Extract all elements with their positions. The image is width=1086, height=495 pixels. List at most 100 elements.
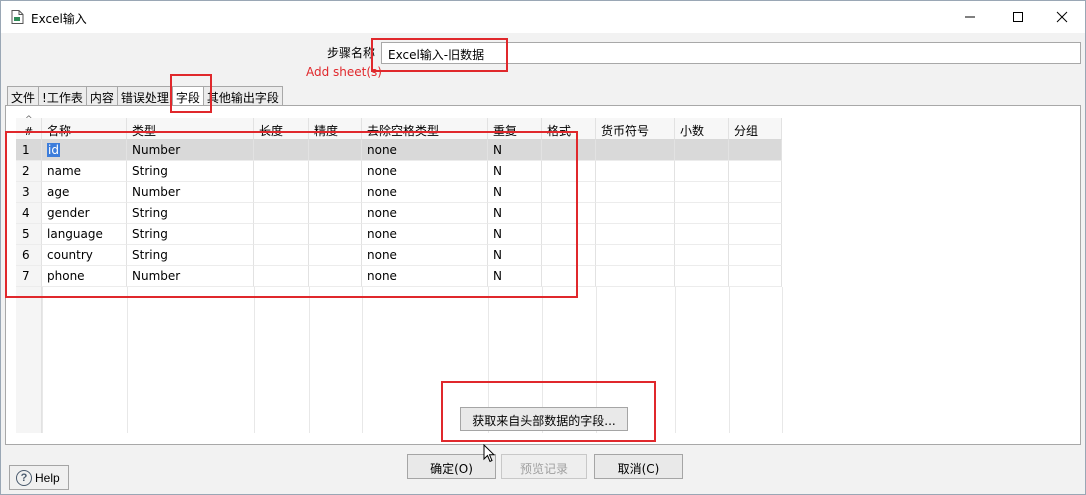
add-sheet-link[interactable]: Add sheet(s) xyxy=(306,65,382,79)
tab-file[interactable]: 文件 xyxy=(7,86,40,105)
cell-trim-type[interactable]: none xyxy=(362,140,488,161)
help-button[interactable]: ? Help xyxy=(9,465,69,490)
cell-type[interactable]: Number xyxy=(127,140,254,161)
cell-length[interactable] xyxy=(254,224,309,245)
cell-repeat[interactable]: N xyxy=(488,140,542,161)
tab-worksheet[interactable]: !工作表 xyxy=(38,86,87,105)
cell-name[interactable]: country xyxy=(42,245,127,266)
cell-trim-type[interactable]: none xyxy=(362,245,488,266)
close-button[interactable] xyxy=(1039,1,1085,33)
cell-repeat[interactable]: N xyxy=(488,161,542,182)
cell-precision[interactable] xyxy=(309,182,362,203)
cell-precision[interactable] xyxy=(309,245,362,266)
cell-format[interactable] xyxy=(542,140,596,161)
cell-precision[interactable] xyxy=(309,140,362,161)
cell-length[interactable] xyxy=(254,140,309,161)
cell-repeat[interactable]: N xyxy=(488,182,542,203)
get-fields-from-header-button[interactable]: 获取来自头部数据的字段... xyxy=(460,407,628,431)
cell-group[interactable] xyxy=(729,224,782,245)
cell-decimal[interactable] xyxy=(675,140,729,161)
cell-name[interactable]: age xyxy=(42,182,127,203)
table-row[interactable]: 1 id Number none N xyxy=(16,140,1082,161)
table-row[interactable]: 2 name String none N xyxy=(16,161,1082,182)
cell-type[interactable]: String xyxy=(127,203,254,224)
step-name-input[interactable]: Excel输入-旧数据 xyxy=(381,42,1081,64)
header-type[interactable]: 类型 xyxy=(127,118,254,140)
table-row[interactable]: 6 country String none N xyxy=(16,245,1082,266)
table-row[interactable]: 5 language String none N xyxy=(16,224,1082,245)
header-name[interactable]: 名称 xyxy=(42,118,127,140)
cell-name[interactable]: gender xyxy=(42,203,127,224)
cell-type[interactable]: String xyxy=(127,245,254,266)
cell-repeat[interactable]: N xyxy=(488,224,542,245)
cell-group[interactable] xyxy=(729,203,782,224)
minimize-button[interactable] xyxy=(947,1,993,33)
cell-name[interactable]: name xyxy=(42,161,127,182)
cell-decimal[interactable] xyxy=(675,203,729,224)
cell-decimal[interactable] xyxy=(675,182,729,203)
table-row[interactable]: 3 age Number none N xyxy=(16,182,1082,203)
header-currency[interactable]: 货币符号 xyxy=(596,118,675,140)
cell-precision[interactable] xyxy=(309,161,362,182)
header-group[interactable]: 分组 xyxy=(729,118,782,140)
table-row[interactable]: 4 gender String none N xyxy=(16,203,1082,224)
cell-trim-type[interactable]: none xyxy=(362,161,488,182)
cell-currency[interactable] xyxy=(596,203,675,224)
tab-other-output-fields[interactable]: 其他输出字段 xyxy=(202,86,283,105)
cell-format[interactable] xyxy=(542,266,596,287)
cell-precision[interactable] xyxy=(309,224,362,245)
tab-error-handling[interactable]: 错误处理 xyxy=(116,86,173,105)
cell-precision[interactable] xyxy=(309,266,362,287)
cell-format[interactable] xyxy=(542,182,596,203)
cell-name[interactable]: language xyxy=(42,224,127,245)
cell-name[interactable]: phone xyxy=(42,266,127,287)
cell-currency[interactable] xyxy=(596,140,675,161)
cell-currency[interactable] xyxy=(596,182,675,203)
maximize-button[interactable] xyxy=(995,1,1041,33)
cell-trim-type[interactable]: none xyxy=(362,182,488,203)
cell-name[interactable]: id xyxy=(42,140,127,161)
cell-decimal[interactable] xyxy=(675,266,729,287)
cell-type[interactable]: Number xyxy=(127,266,254,287)
cell-length[interactable] xyxy=(254,161,309,182)
cell-currency[interactable] xyxy=(596,245,675,266)
header-length[interactable]: 长度 xyxy=(254,118,309,140)
cell-group[interactable] xyxy=(729,182,782,203)
header-rownum[interactable]: ^ # xyxy=(16,115,42,140)
cell-trim-type[interactable]: none xyxy=(362,224,488,245)
cell-precision[interactable] xyxy=(309,203,362,224)
cell-type[interactable]: Number xyxy=(127,182,254,203)
cell-format[interactable] xyxy=(542,245,596,266)
cell-length[interactable] xyxy=(254,266,309,287)
cell-format[interactable] xyxy=(542,161,596,182)
cell-group[interactable] xyxy=(729,161,782,182)
cell-currency[interactable] xyxy=(596,161,675,182)
cancel-button[interactable]: 取消(C) xyxy=(594,454,683,479)
cell-length[interactable] xyxy=(254,182,309,203)
cell-currency[interactable] xyxy=(596,266,675,287)
cell-repeat[interactable]: N xyxy=(488,203,542,224)
fields-table[interactable]: ^ # 名称 类型 长度 精度 去除空格类型 重复 格式 货币符号 小数 分组 … xyxy=(16,115,1082,433)
cell-currency[interactable] xyxy=(596,224,675,245)
header-format[interactable]: 格式 xyxy=(542,118,596,140)
cell-group[interactable] xyxy=(729,140,782,161)
cell-trim-type[interactable]: none xyxy=(362,266,488,287)
cell-repeat[interactable]: N xyxy=(488,266,542,287)
cell-decimal[interactable] xyxy=(675,224,729,245)
cell-trim-type[interactable]: none xyxy=(362,203,488,224)
cell-length[interactable] xyxy=(254,203,309,224)
header-precision[interactable]: 精度 xyxy=(309,118,362,140)
header-repeat[interactable]: 重复 xyxy=(488,118,542,140)
cell-format[interactable] xyxy=(542,224,596,245)
cell-group[interactable] xyxy=(729,245,782,266)
cell-group[interactable] xyxy=(729,266,782,287)
cell-type[interactable]: String xyxy=(127,224,254,245)
preview-button[interactable]: 预览记录 xyxy=(501,454,587,479)
cell-type[interactable]: String xyxy=(127,161,254,182)
header-decimal[interactable]: 小数 xyxy=(675,118,729,140)
tab-content[interactable]: 内容 xyxy=(85,86,118,105)
cell-decimal[interactable] xyxy=(675,245,729,266)
tab-fields[interactable]: 字段 xyxy=(171,86,204,106)
cell-length[interactable] xyxy=(254,245,309,266)
table-row[interactable]: 7 phone Number none N xyxy=(16,266,1082,287)
